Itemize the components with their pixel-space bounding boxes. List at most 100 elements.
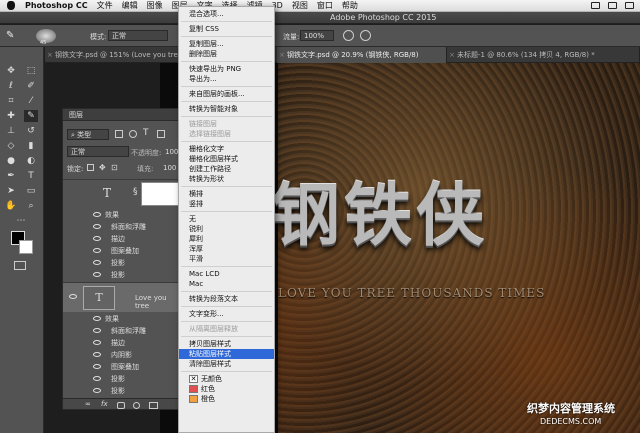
opacity-value[interactable]: 100 bbox=[165, 148, 178, 156]
menu-item[interactable]: 橙色 bbox=[179, 394, 274, 404]
filter-adjust-icon[interactable] bbox=[129, 130, 137, 138]
fill-value[interactable]: 100 bbox=[163, 164, 176, 172]
menu-item[interactable]: 锐利 bbox=[179, 224, 274, 234]
mask-icon[interactable] bbox=[117, 402, 125, 409]
apple-icon[interactable] bbox=[7, 1, 15, 10]
menu-view[interactable]: 视图 bbox=[292, 0, 308, 12]
menu-item[interactable]: 删除图层 bbox=[179, 49, 274, 59]
eye-icon[interactable] bbox=[93, 212, 101, 217]
menu-image[interactable]: 图像 bbox=[147, 0, 163, 12]
path-select-tool-icon[interactable]: ➤ bbox=[4, 185, 18, 197]
effects-row[interactable]: 效果 bbox=[63, 313, 179, 325]
menu-file[interactable]: 文件 bbox=[97, 0, 113, 12]
menu-edit[interactable]: 编辑 bbox=[122, 0, 138, 12]
pressure-icon[interactable] bbox=[360, 30, 371, 41]
zoom-tool-icon[interactable]: ⌕ bbox=[24, 200, 38, 212]
adjustment-icon[interactable] bbox=[133, 402, 140, 409]
menu-item[interactable]: 栅格化文字 bbox=[179, 144, 274, 154]
menu-item[interactable]: ✕ 无颜色 bbox=[179, 374, 274, 384]
menu-item[interactable]: 来自图层的画板... bbox=[179, 89, 274, 99]
effect-item[interactable]: 内阴影 bbox=[63, 349, 179, 361]
folder-icon[interactable] bbox=[149, 402, 158, 409]
menu-item[interactable]: 浑厚 bbox=[179, 244, 274, 254]
close-icon[interactable]: × bbox=[279, 47, 285, 63]
app-menu[interactable]: Photoshop CC bbox=[25, 0, 88, 12]
menu-item[interactable]: Mac LCD bbox=[179, 269, 274, 279]
gradient-tool-icon[interactable]: ▮ bbox=[24, 140, 38, 152]
filter-pixel-icon[interactable] bbox=[115, 130, 123, 138]
link-icon[interactable]: § bbox=[133, 187, 138, 197]
menu-window[interactable]: 窗口 bbox=[317, 0, 333, 12]
keyboard-icon[interactable] bbox=[608, 2, 617, 9]
eye-icon[interactable] bbox=[93, 340, 101, 345]
brush-tool-icon[interactable]: ✎ bbox=[6, 30, 20, 42]
quick-select-tool-icon[interactable]: ✐ bbox=[24, 80, 38, 92]
eye-icon[interactable] bbox=[93, 376, 101, 381]
effect-item[interactable]: 斜面和浮雕 bbox=[63, 325, 179, 337]
menu-item[interactable]: 拷贝图层样式 bbox=[179, 339, 274, 349]
more-tools-icon[interactable]: ⋯ bbox=[14, 215, 28, 227]
blur-tool-icon[interactable]: ● bbox=[4, 155, 18, 167]
dodge-tool-icon[interactable]: ◐ bbox=[24, 155, 38, 167]
menu-item[interactable]: 文字变形... bbox=[179, 309, 274, 319]
filter-shape-icon[interactable] bbox=[157, 130, 165, 138]
tab-document-1[interactable]: ×钢铁文字.psd @ 151% (Love you tree thousand… bbox=[45, 47, 197, 63]
menu-item[interactable]: 导出为... bbox=[179, 74, 274, 84]
menu-item[interactable]: 无 bbox=[179, 214, 274, 224]
effects-row[interactable]: 效果 bbox=[63, 209, 179, 221]
mode-select[interactable]: 正常 bbox=[108, 30, 168, 41]
display-icon[interactable] bbox=[591, 2, 600, 9]
eye-icon[interactable] bbox=[93, 272, 101, 277]
effect-item[interactable]: 投影 bbox=[63, 373, 179, 385]
healing-tool-icon[interactable]: ✚ bbox=[4, 110, 18, 122]
menu-item[interactable]: 清除图层样式 bbox=[179, 359, 274, 369]
shape-tool-icon[interactable]: ▭ bbox=[24, 185, 38, 197]
lock-all-icon[interactable]: ⊡ bbox=[111, 163, 118, 172]
effect-item[interactable]: 描边 bbox=[63, 233, 179, 245]
crop-tool-icon[interactable]: ⌗ bbox=[4, 95, 18, 107]
layer-filter-select[interactable]: ⌕ 类型 bbox=[67, 129, 109, 140]
menu-item[interactable]: 平滑 bbox=[179, 254, 274, 264]
layer-row-text-2[interactable]: T Love you tree bbox=[63, 282, 179, 312]
menu-item[interactable]: 犀利 bbox=[179, 234, 274, 244]
menu-item[interactable]: 转换为智能对象 bbox=[179, 104, 274, 114]
effect-item[interactable]: 投影 bbox=[63, 269, 179, 281]
menu-item[interactable]: 创建工作路径 bbox=[179, 164, 274, 174]
eye-icon[interactable] bbox=[93, 260, 101, 265]
lock-position-icon[interactable]: ✥ bbox=[99, 163, 106, 172]
menu-item[interactable]: 复制图层... bbox=[179, 39, 274, 49]
brush-tool-icon-active[interactable]: ✎ bbox=[24, 110, 38, 122]
menu-item[interactable]: 转换为形状 bbox=[179, 174, 274, 184]
tab-document-3[interactable]: × 未标题-1 @ 80.6% (134 拷贝 4, RGB/8) * bbox=[447, 47, 640, 63]
background-color-swatch[interactable] bbox=[19, 240, 33, 254]
menu-item[interactable]: 粘贴图层样式 bbox=[179, 349, 274, 359]
type-tool-icon[interactable]: T bbox=[24, 170, 38, 182]
filter-type-icon[interactable]: T bbox=[143, 128, 149, 138]
blend-mode-select[interactable]: 正常 bbox=[67, 146, 129, 157]
quick-mask-icon[interactable] bbox=[14, 261, 26, 270]
stamp-tool-icon[interactable]: ⊥ bbox=[4, 125, 18, 137]
layers-panel-title[interactable]: 图层 bbox=[69, 111, 83, 119]
eye-icon[interactable] bbox=[93, 316, 101, 321]
effect-item[interactable]: 投影 bbox=[63, 257, 179, 269]
move-tool-icon[interactable]: ✥ bbox=[4, 65, 18, 77]
marquee-tool-icon[interactable]: ⬚ bbox=[24, 65, 38, 77]
layer-name[interactable]: Love you tree bbox=[135, 294, 179, 310]
link-layers-icon[interactable]: ∞ bbox=[85, 400, 91, 408]
menu-item[interactable]: 复制 CSS bbox=[179, 24, 274, 34]
menu-item[interactable]: 转换为段落文本 bbox=[179, 294, 274, 304]
eye-icon[interactable] bbox=[93, 224, 101, 229]
menu-item[interactable]: 红色 bbox=[179, 384, 274, 394]
lock-pixels-icon[interactable] bbox=[87, 164, 94, 171]
airbrush-icon[interactable] bbox=[343, 30, 354, 41]
history-brush-tool-icon[interactable]: ↺ bbox=[24, 125, 38, 137]
battery-icon[interactable] bbox=[625, 2, 634, 9]
eraser-tool-icon[interactable]: ◇ bbox=[4, 140, 18, 152]
menu-item[interactable]: Mac bbox=[179, 279, 274, 289]
menu-item[interactable]: 混合选项... bbox=[179, 9, 274, 19]
flow-input[interactable]: 100% bbox=[300, 30, 334, 41]
eye-icon[interactable] bbox=[93, 388, 101, 393]
fx-icon[interactable]: fx bbox=[101, 400, 108, 408]
tab-document-2[interactable]: × 钢铁文字.psd @ 20.9% (钢铁侠, RGB/8) bbox=[277, 47, 447, 63]
eyedropper-tool-icon[interactable]: ⁄ bbox=[24, 95, 38, 107]
